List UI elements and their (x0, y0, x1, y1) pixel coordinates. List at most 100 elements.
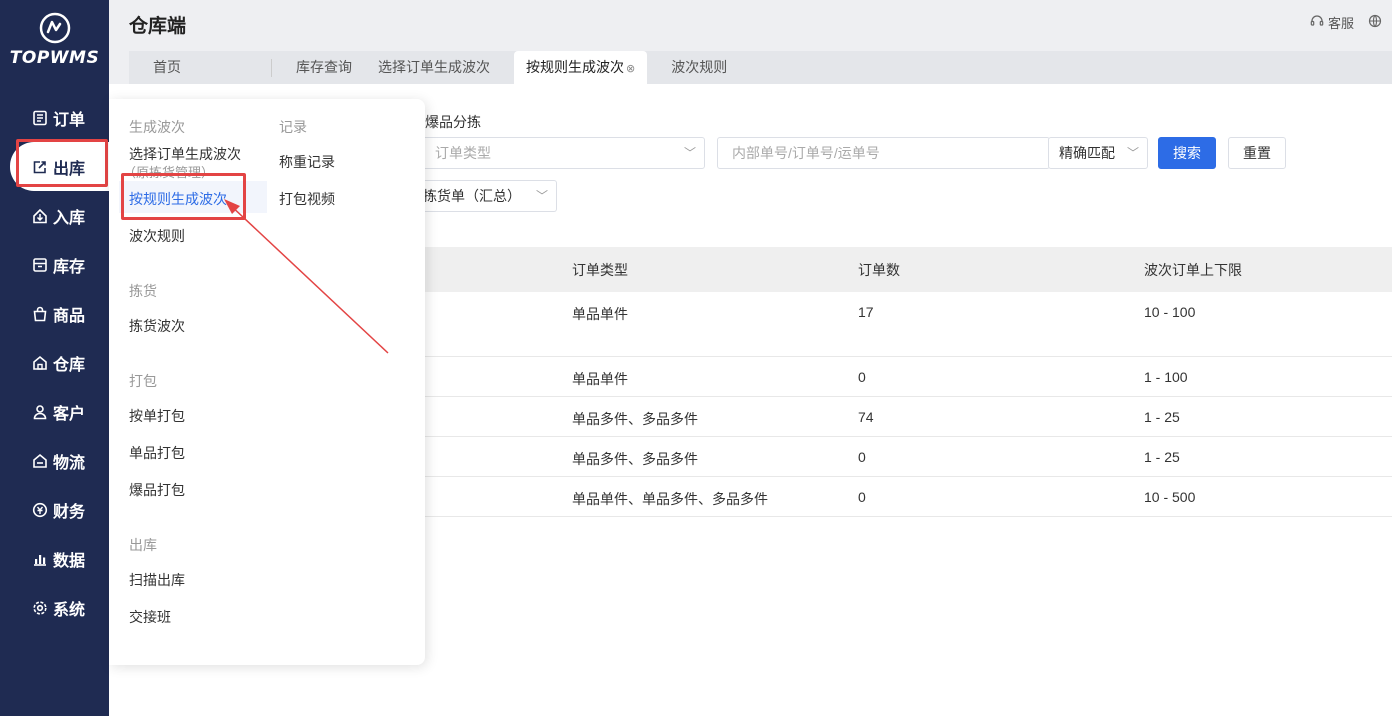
sidebar-item-label: 物流 (53, 449, 85, 473)
sidebar-item-label: 商品 (53, 302, 85, 326)
tab-inventory-query[interactable]: 库存查询 (272, 51, 376, 84)
header-actions: 客服 (1310, 13, 1382, 32)
logo[interactable]: TOPWMS (0, 12, 109, 68)
sidebar-item-inventory[interactable]: 库存 (0, 240, 109, 289)
table-row[interactable]: 单品单件、单品多件、多品多件 0 10 - 500 (425, 477, 1392, 517)
cell-order-type: 单品单件、单品多件、多品多件 (572, 489, 858, 509)
menu-item-wave-rules[interactable]: 波次规则 (129, 226, 185, 246)
menu-item-single-pack[interactable]: 单品打包 (129, 443, 185, 463)
menu-group-picking: 拣货 (129, 281, 157, 301)
gear-icon (32, 600, 48, 616)
sidebar-item-label: 库存 (53, 253, 85, 277)
sidebar-item-data[interactable]: 数据 (0, 534, 109, 583)
cell-wave-limit: 1 - 100 (1144, 369, 1392, 385)
pick-list-value: 拣货单（汇总） (423, 188, 521, 204)
cell-order-count: 0 (858, 369, 1144, 385)
goods-icon (32, 306, 48, 322)
menu-group-packing: 打包 (129, 371, 157, 391)
table-row[interactable]: 单品多件、多品多件 74 1 - 25 (425, 397, 1392, 437)
sidebar-item-label: 数据 (53, 547, 85, 571)
menu-group-records: 记录 (279, 117, 307, 137)
sidebar-item-logistics[interactable]: 物流 (0, 436, 109, 485)
tabs: 首页 库存查询 选择订单生成波次 按规则生成波次⊗ 波次规则 (129, 51, 1392, 84)
sidebar-item-label: 客户 (53, 400, 85, 424)
sidebar-item-label: 入库 (53, 204, 85, 228)
chevron-down-icon: ﹀ (684, 138, 696, 168)
col-order-type: 订单类型 (572, 260, 858, 280)
col-wave-limit: 波次订单上下限 (1144, 260, 1392, 280)
chevron-down-icon: ﹀ (1127, 138, 1139, 168)
menu-item-hot-pack[interactable]: 爆品打包 (129, 480, 185, 500)
pick-list-select[interactable]: 拣货单（汇总） ﹀ (409, 180, 557, 212)
menu-item-pack-by-order[interactable]: 按单打包 (129, 406, 185, 426)
rule-wave-highlight-box (121, 173, 246, 220)
tab-wave-rules[interactable]: 波次规则 (647, 51, 751, 84)
table-row[interactable]: 单品单件 17 10 - 100 (425, 292, 1392, 357)
reset-button[interactable]: 重置 (1228, 137, 1286, 169)
menu-item-scan-outbound[interactable]: 扫描出库 (129, 570, 185, 590)
sidebar-item-label: 仓库 (53, 351, 85, 375)
logistics-icon (32, 453, 48, 469)
headset-icon (1310, 14, 1324, 31)
tabs-bar: 首页 库存查询 选择订单生成波次 按规则生成波次⊗ 波次规则 (109, 44, 1392, 84)
menu-item-weigh-records[interactable]: 称重记录 (279, 152, 335, 172)
order-type-placeholder: 订单类型 (435, 145, 491, 161)
wave-table: 订单类型 订单数 波次订单上下限 单品单件 17 10 - 100 单品单件 0… (425, 247, 1392, 517)
finance-icon (32, 502, 48, 518)
header: 仓库端 客服 (109, 0, 1392, 44)
tab-rule-wave[interactable]: 按规则生成波次⊗ (514, 51, 647, 84)
globe-icon[interactable] (1368, 14, 1382, 31)
sidebar-item-customer[interactable]: 客户 (0, 387, 109, 436)
order-icon (32, 110, 48, 126)
menu-group-generate-wave: 生成波次 (129, 117, 185, 137)
cell-order-type: 单品多件、多品多件 (572, 409, 858, 429)
tab-select-order-wave[interactable]: 选择订单生成波次 (376, 51, 514, 84)
inbound-icon (32, 208, 48, 224)
sidebar-item-goods[interactable]: 商品 (0, 289, 109, 338)
sidebar-item-order[interactable]: 订单 (0, 93, 109, 142)
sidebar-item-inbound[interactable]: 入库 (0, 191, 109, 240)
chevron-down-icon: ﹀ (536, 181, 548, 211)
sidebar-item-warehouse[interactable]: 仓库 (0, 338, 109, 387)
logo-text: TOPWMS (0, 48, 109, 68)
close-icon[interactable]: ⊗ (626, 63, 635, 75)
col-order-count: 订单数 (858, 260, 1144, 280)
customer-icon (32, 404, 48, 420)
cell-wave-limit: 1 - 25 (1144, 449, 1392, 465)
sidebar: TOPWMS 订单 出库 入库 库存 商品 仓库 客户 (0, 0, 109, 716)
table-row[interactable]: 单品单件 0 1 - 100 (425, 357, 1392, 397)
order-type-select[interactable]: 订单类型 ﹀ (420, 137, 705, 169)
inventory-icon (32, 257, 48, 273)
tab-label: 按规则生成波次 (526, 59, 624, 75)
tab-home[interactable]: 首页 (129, 51, 272, 84)
cell-wave-limit: 10 - 500 (1144, 489, 1392, 505)
menu-item-select-order-wave[interactable]: 选择订单生成波次 (129, 144, 241, 164)
menu-item-shift-handover[interactable]: 交接班 (129, 607, 171, 627)
customer-service-link[interactable]: 客服 (1310, 13, 1354, 32)
match-mode-select[interactable]: 精确匹配 ﹀ (1048, 137, 1148, 169)
customer-service-label: 客服 (1328, 13, 1354, 32)
cell-order-type: 单品多件、多品多件 (572, 449, 858, 469)
filter-label: 爆品分拣 (425, 112, 481, 132)
logo-icon (38, 12, 72, 44)
sidebar-item-label: 财务 (53, 498, 85, 522)
menu-item-pack-video[interactable]: 打包视频 (279, 189, 335, 209)
search-input[interactable]: 内部单号/订单号/运单号 (717, 137, 1050, 169)
warehouse-icon (32, 355, 48, 371)
sidebar-item-label: 订单 (53, 106, 85, 130)
cell-order-count: 0 (858, 489, 1144, 505)
cell-wave-limit: 1 - 25 (1144, 409, 1392, 425)
cell-order-count: 17 (858, 304, 1144, 320)
menu-item-picking-wave[interactable]: 拣货波次 (129, 316, 185, 336)
sidebar-item-system[interactable]: 系统 (0, 583, 109, 632)
table-header: 订单类型 订单数 波次订单上下限 (425, 247, 1392, 292)
menu-group-outbound: 出库 (129, 535, 157, 555)
cell-order-count: 0 (858, 449, 1144, 465)
cell-order-type: 单品单件 (572, 369, 858, 389)
sidebar-item-label: 系统 (53, 596, 85, 620)
search-button[interactable]: 搜索 (1158, 137, 1216, 169)
table-row[interactable]: 单品多件、多品多件 0 1 - 25 (425, 437, 1392, 477)
outbound-highlight-box (16, 139, 108, 187)
sidebar-item-finance[interactable]: 财务 (0, 485, 109, 534)
cell-order-count: 74 (858, 409, 1144, 425)
